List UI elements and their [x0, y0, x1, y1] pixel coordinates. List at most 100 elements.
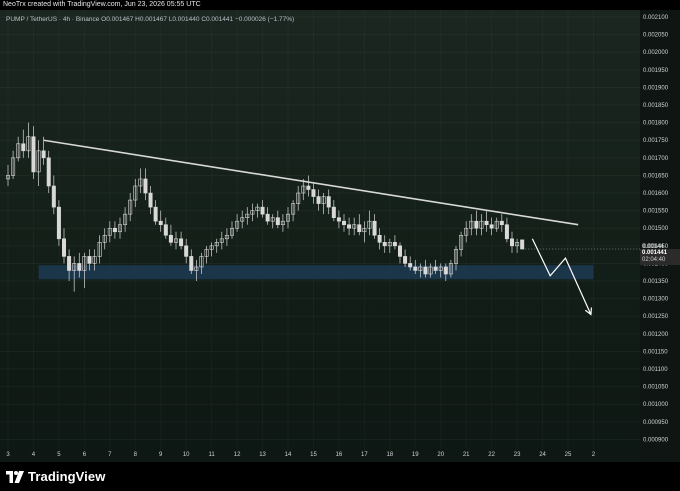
- candle-body-down: [377, 234, 382, 243]
- candle-body-down: [408, 263, 413, 268]
- candle-body-down: [336, 217, 341, 222]
- candle-body-down: [489, 224, 494, 229]
- candle-body-down: [153, 206, 158, 222]
- price-tick-label: 0.001600: [643, 191, 669, 197]
- tradingview-logo-icon: [6, 470, 24, 483]
- candle-body-down: [382, 242, 387, 247]
- price-tick-label: 0.001200: [643, 332, 669, 338]
- candle-body-down: [143, 178, 148, 194]
- time-tick-label: 5: [57, 452, 61, 458]
- candle-body-down: [423, 266, 428, 275]
- grid: [0, 16, 640, 440]
- time-tick-label: 20: [437, 452, 444, 458]
- support-zone-layer: [38, 265, 594, 280]
- price-tick-label: 0.001700: [643, 156, 669, 162]
- support-zone-rect: [38, 265, 594, 280]
- candle-body-down: [413, 266, 418, 271]
- created-with-banner: NeoTrx created with TradingView.com, Jun…: [0, 0, 680, 10]
- candle-body-down: [158, 220, 163, 226]
- candle-body-down: [331, 206, 336, 218]
- price-tick-label: 0.001500: [643, 226, 669, 232]
- price-tick-label: 0.001050: [643, 385, 669, 391]
- drawings-layer: [43, 139, 640, 316]
- price-tick-label: 0.002100: [643, 15, 669, 21]
- candle-body-down: [61, 238, 66, 257]
- time-tick-label: 14: [285, 452, 292, 458]
- candle-body-down: [306, 185, 311, 190]
- time-tick-label: 19: [412, 452, 419, 458]
- candle-body-down: [46, 157, 51, 187]
- time-tick-label: 24: [539, 452, 546, 458]
- candle-body-down: [189, 256, 194, 271]
- current-price-badge: 0.001441 02:04:40: [640, 249, 680, 265]
- chart-area[interactable]: 0.002100 0.002050 0.002000 0.001950 0.001900…: [0, 10, 680, 462]
- legend-close: C0.001441: [201, 16, 234, 23]
- candle-body-down: [504, 224, 509, 240]
- time-tick-label: 7: [108, 452, 112, 458]
- price-tick-label: 0.000950: [643, 420, 669, 426]
- legend-low: L0.001440: [168, 16, 200, 23]
- price-tick-label: 0.001000: [643, 402, 669, 408]
- candle-body-down: [311, 189, 316, 197]
- candle-body-down: [168, 234, 173, 243]
- price-tick-label: 0.002050: [643, 33, 669, 39]
- candle-body-down: [341, 220, 346, 226]
- candle-body-down: [77, 263, 82, 271]
- price-tick-label: 0.001900: [643, 85, 669, 91]
- candle-body-down: [275, 217, 280, 226]
- legend-high: H0.001467: [135, 16, 167, 23]
- candle-body-down: [51, 185, 56, 208]
- price-tick-label: 0.002000: [643, 50, 669, 56]
- descending-trendline: [43, 139, 579, 226]
- time-tick-label: 11: [209, 452, 216, 458]
- current-price-value: 0.001441: [642, 250, 668, 256]
- candle-body-down: [443, 266, 448, 275]
- candle-body-down: [265, 213, 270, 222]
- tradingview-logo-text: TradingView: [28, 469, 106, 484]
- tradingview-logo[interactable]: TradingView: [6, 469, 105, 484]
- candle-body-down: [326, 196, 331, 208]
- price-tick-label: 0.001100: [643, 367, 668, 373]
- candle-body-down: [21, 143, 26, 152]
- candle-body-down: [357, 224, 362, 233]
- price-tick-label: 0.001250: [643, 314, 669, 320]
- time-tick-label: 25: [565, 452, 572, 458]
- time-tick-label: 23: [514, 452, 521, 458]
- candle-body-down: [179, 238, 184, 247]
- candle-body-down: [372, 220, 377, 236]
- time-tick-label: 13: [259, 452, 266, 458]
- price-tick-label: 0.001300: [643, 297, 669, 303]
- candle-body-down: [484, 220, 489, 226]
- candle-body-down: [41, 150, 46, 159]
- time-tick-label: 3: [6, 452, 10, 458]
- candle-body-down: [403, 256, 408, 264]
- price-tick-label: 0.001550: [643, 209, 669, 215]
- symbol-legend: PUMP / TetherUS · 4h · Binance O0.001467…: [6, 16, 294, 23]
- candlestick-chart[interactable]: 0.002100 0.002050 0.002000 0.001950 0.001900…: [0, 10, 680, 462]
- candle-body-down: [316, 196, 321, 204]
- candle-body-down: [56, 206, 61, 240]
- price-axis[interactable]: 0.002100 0.002050 0.002000 0.001950 0.001900…: [640, 10, 680, 462]
- candle-body-down: [397, 245, 402, 257]
- candle-body-down: [148, 192, 153, 208]
- legend-symbol: PUMP / TetherUS · 4h · Binance: [6, 16, 100, 23]
- price-tick-label: 0.001850: [643, 103, 669, 109]
- price-tick-label: 0.000900: [643, 437, 669, 443]
- time-tick-label: 21: [463, 452, 470, 458]
- legend-change: −0.000026 (−1.77%): [234, 16, 295, 23]
- candle-body-down: [392, 242, 397, 247]
- candle-body-down: [67, 256, 72, 271]
- candle-body-down: [163, 224, 168, 236]
- time-axis[interactable]: 3 4 5 6 7 8 9 10 11 12 13 14 15 16 17 18 19 20 21 22 23 24 25 2: [6, 452, 595, 458]
- legend-open: O0.001467: [101, 16, 134, 23]
- time-tick-label: 16: [336, 452, 343, 458]
- candle-body-down: [260, 206, 265, 215]
- candle-body-down: [509, 238, 514, 247]
- price-tick-label: 0.001750: [643, 138, 669, 144]
- time-tick-label: 8: [134, 452, 138, 458]
- time-tick-label: 18: [386, 452, 393, 458]
- price-tick-label: 0.001950: [643, 68, 669, 74]
- price-tick-label: 0.001650: [643, 173, 669, 179]
- time-tick-label: 9: [159, 452, 163, 458]
- candle-body-down: [31, 136, 36, 173]
